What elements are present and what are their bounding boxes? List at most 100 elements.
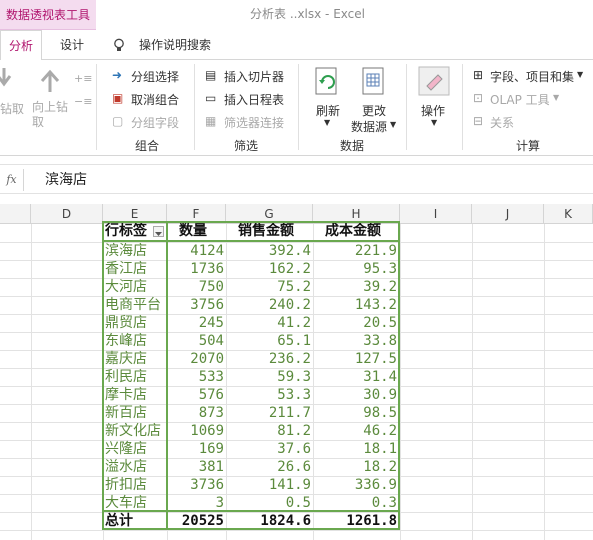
relationships-button[interactable]: 关系 bbox=[490, 114, 514, 131]
grid-line bbox=[544, 224, 545, 540]
tab-analyze[interactable]: 分析 bbox=[0, 30, 43, 61]
expand-field-icon[interactable]: +≡ bbox=[74, 72, 92, 85]
pivot-label-column-border bbox=[102, 221, 168, 530]
pivot-row-quantity[interactable]: 873 bbox=[167, 404, 224, 422]
pivot-row-quantity[interactable]: 1069 bbox=[167, 422, 224, 440]
pivot-row-cost[interactable]: 221.9 bbox=[313, 242, 397, 260]
grid-line bbox=[31, 224, 32, 540]
pivot-row-cost[interactable]: 31.4 bbox=[313, 368, 397, 386]
drill-up-arrow-icon bbox=[40, 69, 60, 92]
pivot-row-sales[interactable]: 75.2 bbox=[226, 278, 311, 296]
title-bar: 数据透视表工具 分析表 ..xlsx - Excel bbox=[0, 0, 593, 30]
actions-icon bbox=[418, 66, 450, 96]
pivot-row-quantity[interactable]: 169 bbox=[167, 440, 224, 458]
pivot-row-quantity[interactable]: 750 bbox=[167, 278, 224, 296]
grid-line bbox=[0, 530, 593, 531]
pivot-row-cost[interactable]: 127.5 bbox=[313, 350, 397, 368]
pivot-row-sales[interactable]: 236.2 bbox=[226, 350, 311, 368]
separator bbox=[462, 64, 463, 150]
change-source-button-line2[interactable]: 数据源 bbox=[351, 118, 387, 135]
ungroup-icon: ▣ bbox=[112, 91, 124, 105]
pivot-row-cost[interactable]: 18.2 bbox=[313, 458, 397, 476]
refresh-dropdown-icon[interactable]: ▼ bbox=[324, 118, 330, 127]
pivot-row-sales[interactable]: 141.9 bbox=[226, 476, 311, 494]
pivot-row-cost[interactable]: 30.9 bbox=[313, 386, 397, 404]
pivot-total-border bbox=[102, 510, 400, 530]
change-source-button-line1[interactable]: 更改 bbox=[362, 102, 386, 119]
pivot-row-sales[interactable]: 65.1 bbox=[226, 332, 311, 350]
olap-tools-button[interactable]: OLAP 工具 bbox=[490, 91, 550, 108]
pivot-row-quantity[interactable]: 3756 bbox=[167, 296, 224, 314]
pivot-row-cost[interactable]: 33.8 bbox=[313, 332, 397, 350]
ungroup-button[interactable]: 取消组合 bbox=[131, 91, 179, 108]
drill-down-button[interactable]: 钻取 bbox=[0, 100, 24, 117]
pivot-row-quantity[interactable]: 576 bbox=[167, 386, 224, 404]
tell-me-search[interactable]: 操作说明搜索 bbox=[139, 30, 211, 60]
separator bbox=[194, 64, 195, 150]
fields-items-icon: ⊞ bbox=[473, 68, 484, 82]
pivot-row-quantity[interactable]: 4124 bbox=[167, 242, 224, 260]
fx-icon[interactable]: fx bbox=[0, 169, 24, 191]
pivot-row-sales[interactable]: 162.2 bbox=[226, 260, 311, 278]
formula-bar: fx 滨海店 bbox=[0, 164, 593, 194]
pivot-row-cost[interactable]: 95.3 bbox=[313, 260, 397, 278]
fields-items-button[interactable]: 字段、项目和集 bbox=[490, 68, 574, 85]
separator bbox=[406, 64, 407, 150]
pivot-row-quantity[interactable]: 2070 bbox=[167, 350, 224, 368]
grid-line bbox=[400, 224, 401, 540]
pivot-row-quantity[interactable]: 504 bbox=[167, 332, 224, 350]
change-source-dropdown-icon[interactable]: ▼ bbox=[390, 120, 396, 129]
pivot-row-cost[interactable]: 336.9 bbox=[313, 476, 397, 494]
pivot-row-cost[interactable]: 20.5 bbox=[313, 314, 397, 332]
col-header-D[interactable]: D bbox=[31, 204, 103, 224]
pivot-row-cost[interactable]: 18.1 bbox=[313, 440, 397, 458]
group-selection-button[interactable]: 分组选择 bbox=[131, 68, 179, 85]
pivot-row-sales[interactable]: 81.2 bbox=[226, 422, 311, 440]
col-header-J[interactable]: J bbox=[472, 204, 544, 224]
filter-connections-button[interactable]: 筛选器连接 bbox=[224, 114, 284, 131]
group-field-icon: ▢ bbox=[112, 114, 124, 128]
pivot-row-quantity[interactable]: 245 bbox=[167, 314, 224, 332]
separator bbox=[96, 64, 97, 150]
pivot-row-sales[interactable]: 53.3 bbox=[226, 386, 311, 404]
filter-connections-icon: ▦ bbox=[205, 114, 217, 128]
actions-dropdown-icon[interactable]: ▼ bbox=[431, 118, 437, 127]
ribbon-analyze: 钻取 向上钻取 +≡ −≡ ➜ 分组选择 ▣ 取消组合 ▢ 分组字段 组合 ▤ … bbox=[0, 60, 593, 156]
group-field-button[interactable]: 分组字段 bbox=[131, 114, 179, 131]
pivot-tools-context-tab[interactable]: 数据透视表工具 bbox=[0, 0, 96, 30]
pivot-row-sales[interactable]: 59.3 bbox=[226, 368, 311, 386]
olap-dropdown-icon[interactable]: ▼ bbox=[553, 93, 559, 102]
pivot-row-quantity[interactable]: 533 bbox=[167, 368, 224, 386]
fields-items-dropdown-icon[interactable]: ▼ bbox=[577, 70, 583, 79]
drill-up-button[interactable]: 向上钻取 bbox=[32, 100, 72, 130]
group-label-calc: 计算 bbox=[516, 139, 541, 153]
separator bbox=[298, 64, 299, 150]
change-source-icon bbox=[362, 67, 384, 95]
insert-timeline-button[interactable]: 插入日程表 bbox=[224, 91, 284, 108]
col-header-K[interactable]: K bbox=[544, 204, 593, 224]
slicer-icon: ▤ bbox=[205, 68, 217, 82]
pivot-row-quantity[interactable]: 381 bbox=[167, 458, 224, 476]
pivot-row-sales[interactable]: 240.2 bbox=[226, 296, 311, 314]
insert-slicer-button[interactable]: 插入切片器 bbox=[224, 68, 284, 85]
collapse-field-icon[interactable]: −≡ bbox=[74, 95, 92, 108]
formula-input[interactable]: 滨海店 bbox=[45, 165, 87, 195]
pivot-row-quantity[interactable]: 3736 bbox=[167, 476, 224, 494]
tab-design[interactable]: 设计 bbox=[60, 30, 84, 60]
group-label-combine: 组合 bbox=[135, 139, 160, 153]
pivot-row-sales[interactable]: 392.4 bbox=[226, 242, 311, 260]
pivot-row-sales[interactable]: 37.6 bbox=[226, 440, 311, 458]
pivot-row-quantity[interactable]: 1736 bbox=[167, 260, 224, 278]
pivot-row-cost[interactable]: 46.2 bbox=[313, 422, 397, 440]
pivot-row-cost[interactable]: 143.2 bbox=[313, 296, 397, 314]
pivot-row-cost[interactable]: 98.5 bbox=[313, 404, 397, 422]
pivot-row-sales[interactable]: 41.2 bbox=[226, 314, 311, 332]
actions-button[interactable]: 操作 bbox=[421, 102, 445, 119]
pivot-row-sales[interactable]: 26.6 bbox=[226, 458, 311, 476]
pivot-row-sales[interactable]: 211.7 bbox=[226, 404, 311, 422]
relationships-icon: ⊟ bbox=[473, 114, 484, 128]
grid-line bbox=[472, 224, 473, 540]
pivot-row-cost[interactable]: 39.2 bbox=[313, 278, 397, 296]
col-header-I[interactable]: I bbox=[400, 204, 472, 224]
refresh-button[interactable]: 刷新 bbox=[316, 102, 340, 119]
